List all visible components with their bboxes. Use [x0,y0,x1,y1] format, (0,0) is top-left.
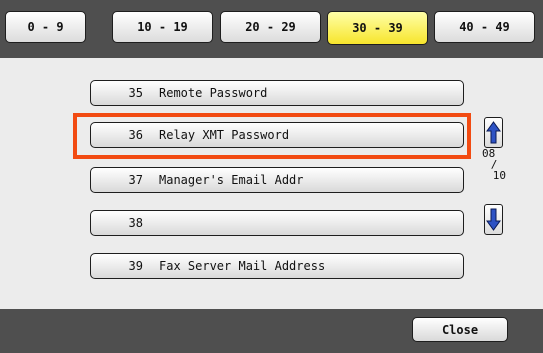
tab-40-49[interactable]: 40 - 49 [434,11,535,43]
tab-30-39[interactable]: 30 - 39 [327,11,428,45]
settings-screen: 0 - 9 10 - 19 20 - 29 30 - 39 40 - 49 35… [0,0,543,353]
page-indicator: 08 / 10 [482,148,506,181]
list-item-38[interactable]: 38 [90,210,464,236]
item-number: 35 [128,86,143,100]
total-pages: 10 [492,169,506,182]
tab-0-9[interactable]: 0 - 9 [5,11,86,43]
list-item-36[interactable]: 36 Relay XMT Password [90,122,464,148]
tab-10-19[interactable]: 10 - 19 [112,11,213,43]
list-item-35[interactable]: 35 Remote Password [90,80,464,106]
item-number: 38 [128,216,143,230]
list-item-39[interactable]: 39 Fax Server Mail Address [90,253,464,279]
close-button[interactable]: Close [412,317,508,342]
arrow-down-icon [486,208,501,231]
item-number: 37 [128,173,143,187]
scroll-up-button[interactable] [484,117,503,148]
item-label: Remote Password [159,86,268,100]
item-number: 36 [128,128,143,142]
item-label: Relay XMT Password [159,128,290,142]
item-label: Manager's Email Addr [159,173,304,187]
arrow-up-icon [486,121,501,144]
scroll-down-button[interactable] [484,204,503,235]
item-label: Fax Server Mail Address [159,259,326,273]
tab-bar: 0 - 9 10 - 19 20 - 29 30 - 39 40 - 49 [0,0,543,58]
tab-20-29[interactable]: 20 - 29 [220,11,321,43]
list-item-37[interactable]: 37 Manager's Email Addr [90,167,464,193]
item-number: 39 [128,259,143,273]
